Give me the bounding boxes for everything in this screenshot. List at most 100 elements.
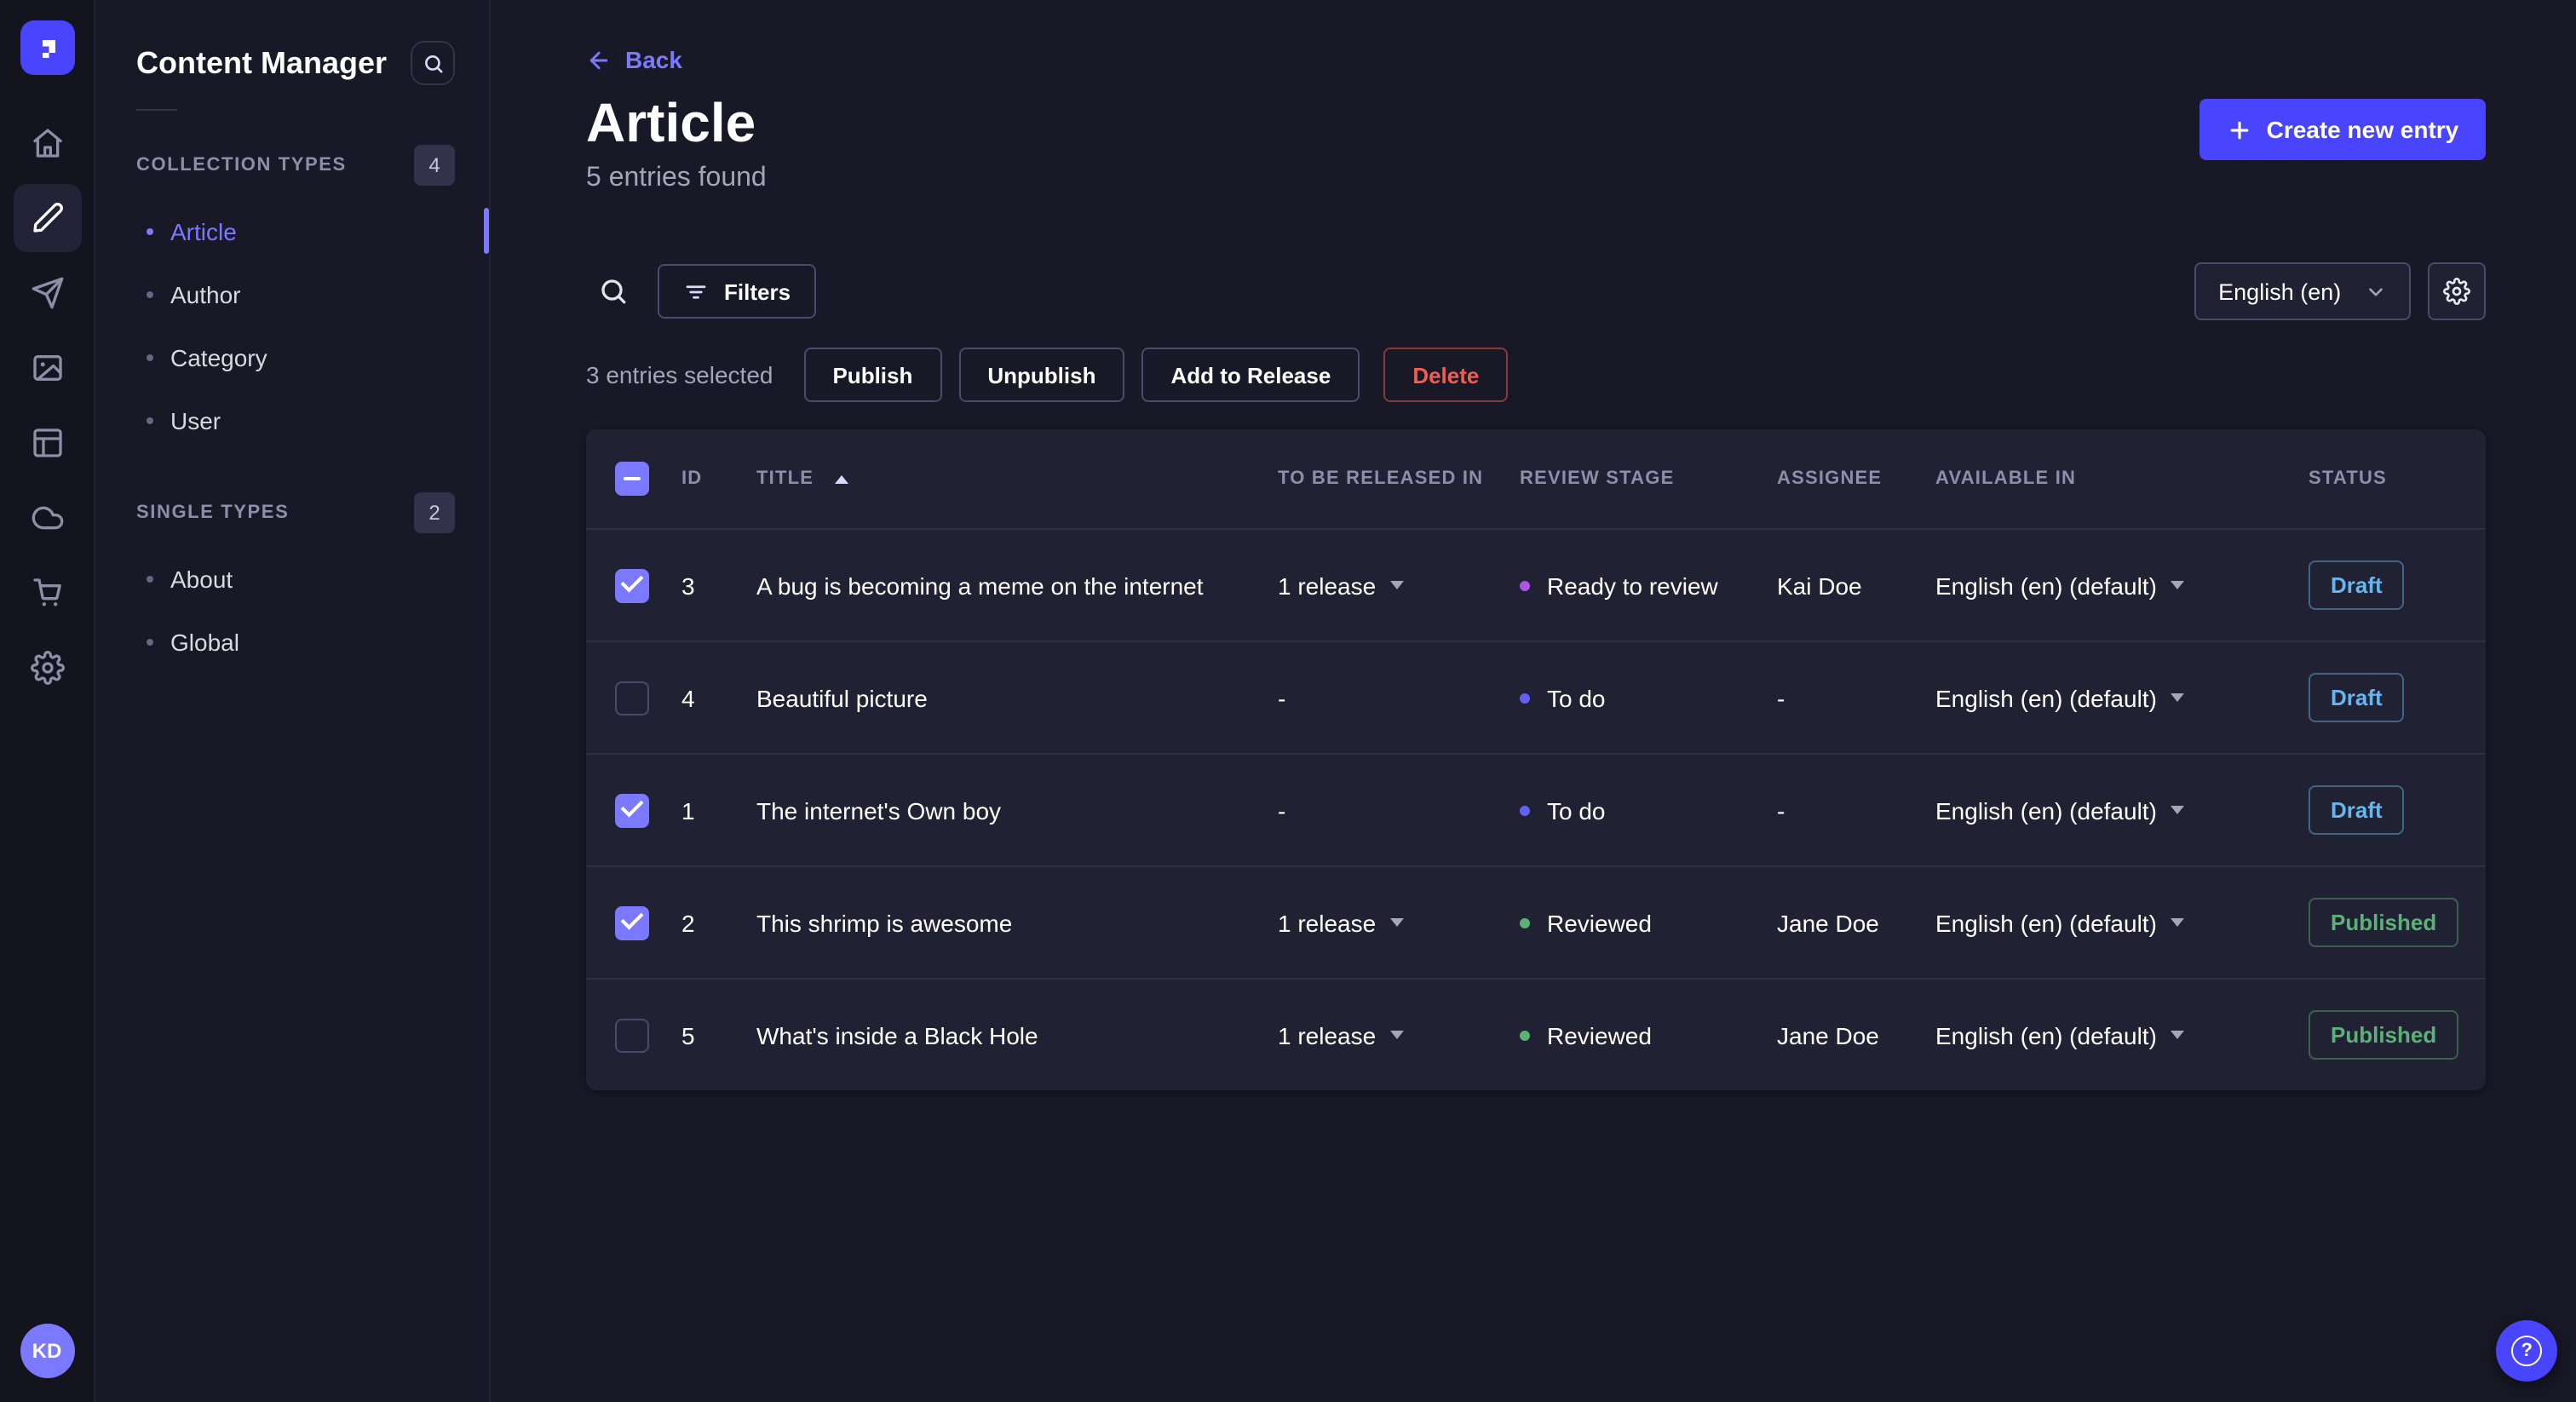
locale-chevron-icon <box>2170 1031 2184 1039</box>
entries-count-text: 5 entries found <box>586 164 767 192</box>
row-locale-dropdown[interactable]: English (en) (default) <box>1935 909 2309 936</box>
row-locale-value: English (en) (default) <box>1935 572 2157 599</box>
sidebar-item-user[interactable]: User <box>95 388 489 451</box>
search-button[interactable] <box>586 264 641 319</box>
unpublish-button[interactable]: Unpublish <box>958 348 1125 402</box>
row-assignee: Jane Doe <box>1777 909 1879 936</box>
row-title[interactable]: What's inside a Black Hole <box>756 1021 1278 1049</box>
row-id: 5 <box>681 1021 695 1049</box>
marketplace-icon[interactable] <box>13 559 81 627</box>
media-library-icon[interactable] <box>13 334 81 402</box>
row-checkbox[interactable] <box>615 1018 649 1052</box>
help-button[interactable]: ? <box>2496 1320 2558 1382</box>
table-body: 3 A bug is becoming a meme on the intern… <box>586 528 2487 1090</box>
bullet-icon <box>147 227 153 234</box>
bullet-icon <box>147 290 153 297</box>
row-title[interactable]: This shrimp is awesome <box>756 909 1278 936</box>
locale-chevron-icon <box>2170 693 2184 702</box>
sidebar-item-category[interactable]: Category <box>95 325 489 388</box>
table-row[interactable]: 1 The internet's Own boy - To do - Engli… <box>586 753 2487 865</box>
table-row[interactable]: 3 A bug is becoming a meme on the intern… <box>586 528 2487 641</box>
row-assignee: - <box>1777 796 1785 824</box>
row-status: Published <box>2309 1010 2459 1060</box>
add-to-release-button[interactable]: Add to Release <box>1141 348 1360 402</box>
row-locale-value: English (en) (default) <box>1935 1021 2157 1049</box>
sidebar-item-label: Category <box>170 343 267 371</box>
app-window: KD Content Manager COLLECTION TYPES 4 Ar… <box>0 0 2576 1402</box>
strapi-logo-glyph <box>42 40 55 58</box>
row-release-dropdown[interactable]: - <box>1278 684 1520 711</box>
arrow-left-icon <box>589 50 608 69</box>
filter-icon <box>686 284 706 298</box>
filters-button[interactable]: Filters <box>658 264 817 319</box>
review-stage-label: To do <box>1547 684 1606 711</box>
row-locale-dropdown[interactable]: English (en) (default) <box>1935 796 2309 824</box>
create-new-entry-button[interactable]: Create new entry <box>2199 99 2487 160</box>
collection-types-section: COLLECTION TYPES 4 Article Author Catego… <box>95 145 489 451</box>
review-stage-label: Reviewed <box>1547 1021 1652 1049</box>
row-release-value: 1 release <box>1278 572 1377 599</box>
review-stage-dot <box>1520 917 1530 928</box>
row-release-value: - <box>1278 684 1286 711</box>
row-status: Published <box>2309 898 2459 947</box>
sidebar-item-label: About <box>170 565 233 592</box>
column-header-available-in[interactable]: AVAILABLE IN <box>1935 468 2309 489</box>
row-release-dropdown[interactable]: 1 release <box>1278 572 1520 599</box>
nav-rail-items <box>13 109 81 702</box>
sidebar-item-label: User <box>170 406 221 434</box>
review-stage-dot <box>1520 580 1530 590</box>
column-header-status[interactable]: STATUS <box>2309 468 2458 489</box>
row-locale-dropdown[interactable]: English (en) (default) <box>1935 572 2309 599</box>
column-header-id[interactable]: ID <box>681 468 756 489</box>
row-id: 3 <box>681 572 695 599</box>
view-settings-button[interactable] <box>2428 262 2487 320</box>
avatar[interactable]: KD <box>20 1324 74 1378</box>
row-id: 4 <box>681 684 695 711</box>
row-checkbox[interactable] <box>615 681 649 715</box>
single-types-count-badge: 2 <box>414 492 455 533</box>
row-title[interactable]: The internet's Own boy <box>756 796 1278 824</box>
row-release-dropdown[interactable]: 1 release <box>1278 1021 1520 1049</box>
settings-icon[interactable] <box>13 634 81 702</box>
sidebar-item-about[interactable]: About <box>95 547 489 610</box>
releases-icon[interactable] <box>13 259 81 327</box>
home-icon[interactable] <box>13 109 81 177</box>
row-status: Draft <box>2309 785 2458 835</box>
column-header-review-stage[interactable]: REVIEW STAGE <box>1520 468 1777 489</box>
back-link[interactable]: Back <box>586 46 682 73</box>
publish-button[interactable]: Publish <box>803 348 942 402</box>
row-release-dropdown[interactable]: 1 release <box>1278 909 1520 936</box>
table-row[interactable]: 5 What's inside a Black Hole 1 release R… <box>586 978 2487 1090</box>
content-type-builder-icon[interactable] <box>13 409 81 477</box>
gear-icon <box>2443 278 2471 305</box>
locale-select[interactable]: English (en) <box>2194 262 2412 320</box>
collection-types-label: COLLECTION TYPES <box>136 155 347 175</box>
row-locale-dropdown[interactable]: English (en) (default) <box>1935 1021 2309 1049</box>
deploy-icon[interactable] <box>13 484 81 552</box>
delete-button[interactable]: Delete <box>1383 348 1509 402</box>
row-release-dropdown[interactable]: - <box>1278 796 1520 824</box>
release-chevron-icon <box>1389 918 1404 927</box>
locale-chevron-icon <box>2170 806 2184 814</box>
sidebar-search-button[interactable] <box>411 41 455 85</box>
row-checkbox[interactable] <box>615 793 649 827</box>
table-row[interactable]: 4 Beautiful picture - To do - English (e… <box>586 641 2487 753</box>
sidebar-item-article[interactable]: Article <box>95 199 489 262</box>
row-checkbox[interactable] <box>615 568 649 602</box>
row-title[interactable]: Beautiful picture <box>756 684 1278 711</box>
table-row[interactable]: 2 This shrimp is awesome 1 release Revie… <box>586 865 2487 978</box>
row-locale-dropdown[interactable]: English (en) (default) <box>1935 684 2309 711</box>
content-manager-icon[interactable] <box>13 184 81 252</box>
row-checkbox[interactable] <box>615 905 649 939</box>
sidebar-item-author[interactable]: Author <box>95 262 489 325</box>
select-all-checkbox[interactable] <box>615 462 649 496</box>
sidebar-item-global[interactable]: Global <box>95 610 489 673</box>
row-id: 1 <box>681 796 695 824</box>
column-header-assignee[interactable]: ASSIGNEE <box>1777 468 1935 489</box>
row-title[interactable]: A bug is becoming a meme on the internet <box>756 572 1278 599</box>
locale-chevron-icon <box>2170 581 2184 589</box>
row-status: Draft <box>2309 560 2458 610</box>
strapi-logo[interactable] <box>20 20 74 75</box>
column-header-title[interactable]: TITLE <box>756 468 1278 489</box>
column-header-release[interactable]: TO BE RELEASED IN <box>1278 468 1520 489</box>
